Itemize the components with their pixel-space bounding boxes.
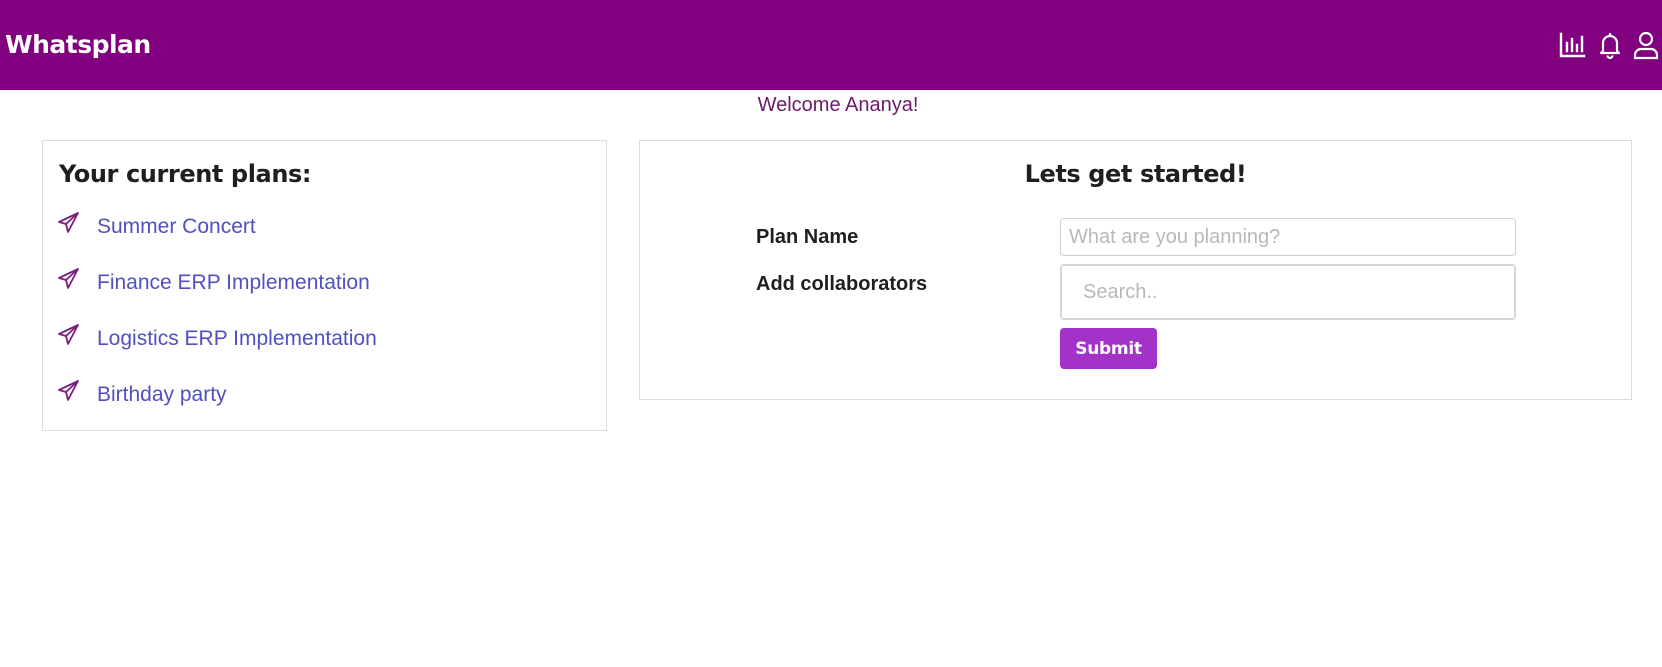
current-plans-card: Your current plans: Summer Concert Finan… [42, 140, 607, 431]
plan-item-summer-concert[interactable]: Summer Concert [57, 211, 557, 267]
plan-item-birthday-party[interactable]: Birthday party [57, 379, 557, 435]
plan-link[interactable]: Logistics ERP Implementation [97, 327, 377, 351]
top-navbar: Whatsplan [0, 0, 1662, 90]
plan-name-label: Plan Name [756, 226, 859, 248]
plan-list: Summer Concert Finance ERP Implementatio… [57, 211, 557, 435]
welcome-text: Welcome Ananya! [757, 94, 919, 116]
new-plan-card: Lets get started! Plan Name Add collabor… [639, 140, 1632, 400]
submit-button[interactable]: Submit [1060, 328, 1157, 369]
paper-plane-icon [57, 267, 81, 291]
new-plan-title: Lets get started! [1024, 160, 1247, 188]
plan-link[interactable]: Finance ERP Implementation [97, 271, 370, 295]
paper-plane-icon [57, 211, 81, 235]
collaborators-search-input[interactable] [1060, 264, 1516, 320]
bell-icon[interactable] [1596, 30, 1624, 60]
plan-item-finance-erp[interactable]: Finance ERP Implementation [57, 267, 557, 323]
plan-name-input[interactable] [1060, 218, 1516, 256]
plan-link[interactable]: Birthday party [97, 383, 227, 407]
bar-chart-icon[interactable] [1558, 30, 1586, 60]
current-plans-title: Your current plans: [59, 160, 312, 188]
plan-item-logistics-erp[interactable]: Logistics ERP Implementation [57, 323, 557, 379]
collaborators-label: Add collaborators [756, 273, 928, 295]
welcome-message: Welcome Ananya! [0, 93, 1662, 117]
paper-plane-icon [57, 379, 81, 403]
plan-link[interactable]: Summer Concert [97, 215, 256, 239]
user-icon[interactable] [1632, 30, 1660, 60]
app-logo-title[interactable]: Whatsplan [5, 29, 151, 61]
paper-plane-icon [57, 323, 81, 347]
